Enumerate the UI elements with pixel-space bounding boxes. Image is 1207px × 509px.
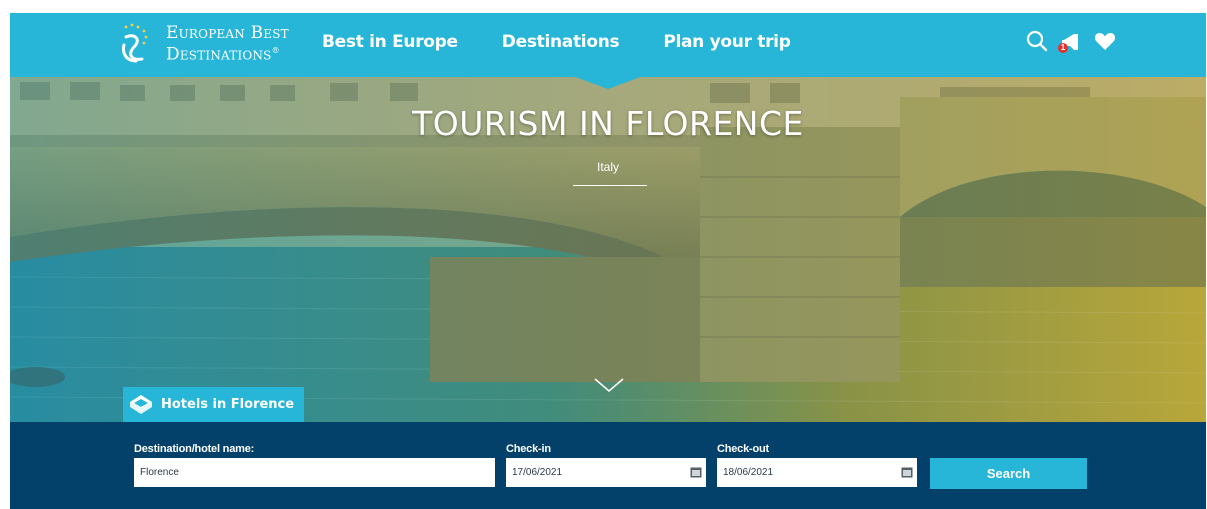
hero-banner: TOURISM IN FLORENCE Italy: [10, 77, 1206, 422]
nav-best-in-europe[interactable]: Best in Europe: [322, 32, 458, 52]
header-notch: [570, 75, 646, 89]
checkout-value: 18/06/2021: [723, 467, 774, 478]
calendar-icon[interactable]: [901, 466, 913, 478]
search-icon[interactable]: [1026, 30, 1048, 52]
hotel-search-bar: Destination/hotel name: Florence Check-i…: [10, 422, 1206, 509]
hero-title: TOURISM IN FLORENCE: [412, 104, 804, 143]
destination-label: Destination/hotel name:: [134, 443, 255, 455]
checkin-input[interactable]: 17/06/2021: [506, 458, 706, 487]
logo-mark-icon: [122, 23, 148, 63]
checkin-label: Check-in: [506, 443, 551, 455]
logo-text: European Best Destinations®: [166, 25, 289, 64]
chevron-down-icon[interactable]: [593, 377, 625, 395]
logo-line-1: European Best: [166, 23, 289, 43]
notification-button[interactable]: 1: [1058, 30, 1082, 53]
heart-icon[interactable]: [1094, 31, 1116, 51]
hotels-tab[interactable]: Hotels in Florence: [123, 387, 305, 422]
calendar-icon[interactable]: [690, 466, 702, 478]
checkout-input[interactable]: 18/06/2021: [717, 458, 917, 487]
checkin-value: 17/06/2021: [512, 467, 563, 478]
hero-subtitle: Italy: [596, 160, 619, 174]
top-navbar: European Best Destinations® Best in Euro…: [10, 13, 1206, 77]
notification-badge: 1: [1058, 43, 1068, 53]
page-frame: European Best Destinations® Best in Euro…: [10, 13, 1206, 509]
logo-registered-mark: ®: [271, 46, 280, 55]
checkout-label: Check-out: [717, 443, 769, 455]
logo-line-2: Destinations®: [166, 42, 289, 64]
main-nav: Best in Europe Destinations Plan your tr…: [322, 32, 835, 52]
hero-divider: [573, 185, 647, 186]
nav-destinations[interactable]: Destinations: [502, 32, 620, 52]
header-icons: 1: [1014, 30, 1116, 53]
search-button[interactable]: Search: [930, 458, 1087, 489]
nav-plan-your-trip[interactable]: Plan your trip: [663, 32, 791, 52]
site-logo[interactable]: European Best Destinations®: [120, 21, 310, 69]
logo-line-2-text: Destinations: [166, 44, 272, 65]
hotels-tab-label: Hotels in Florence: [161, 397, 295, 412]
bed-icon: [130, 394, 152, 414]
destination-input[interactable]: Florence: [134, 458, 495, 487]
